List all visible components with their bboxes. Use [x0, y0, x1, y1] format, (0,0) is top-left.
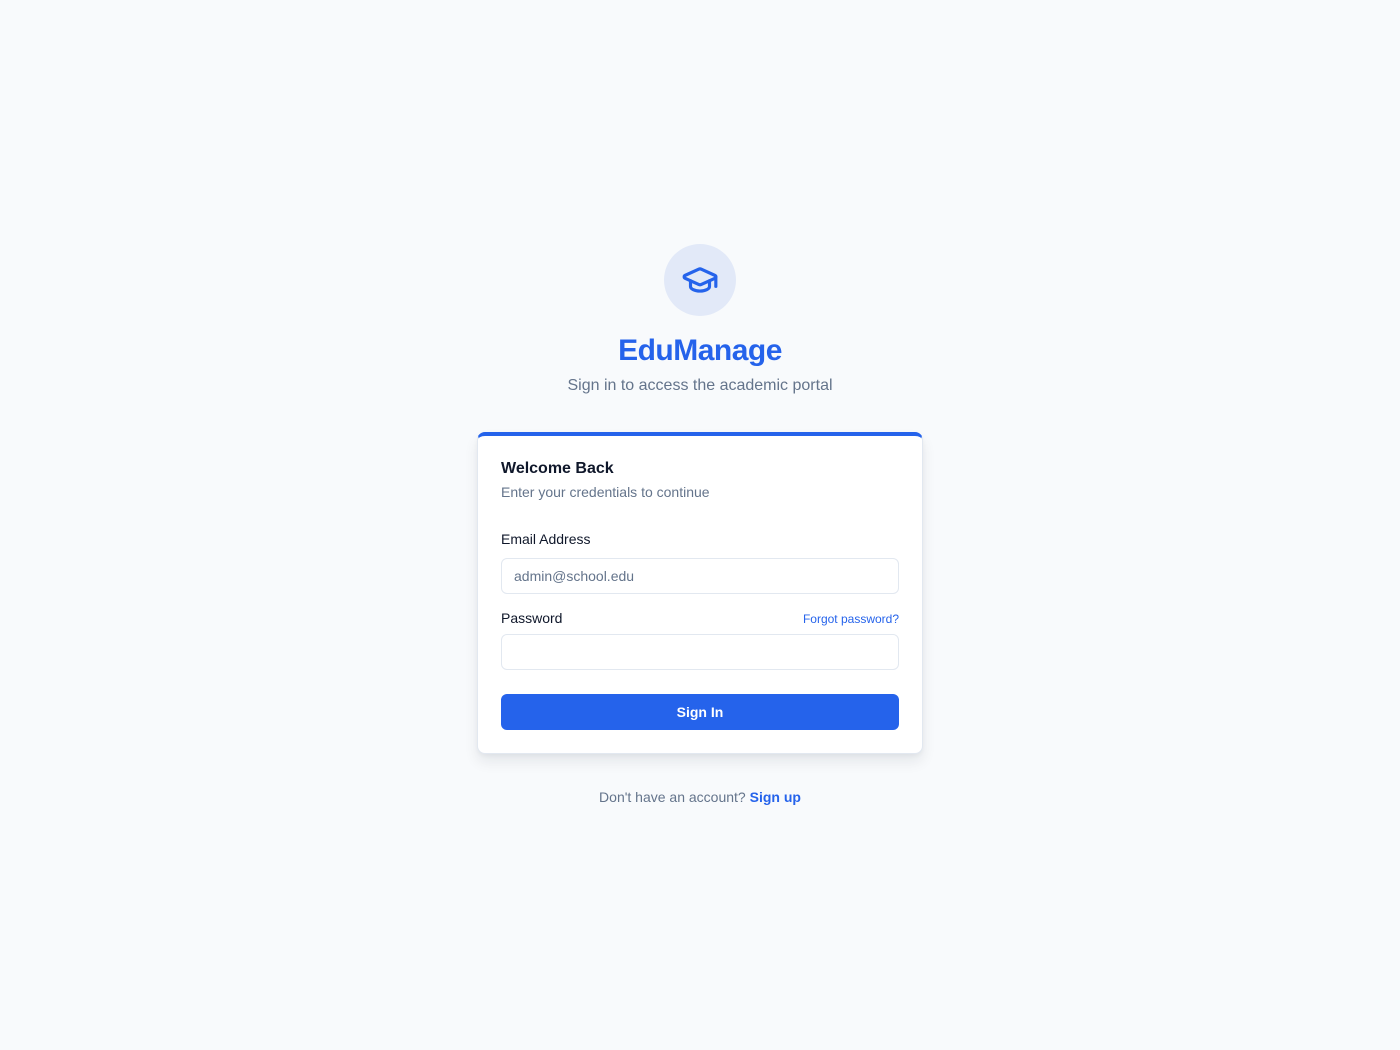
login-card: Welcome Back Enter your credentials to c… [477, 432, 923, 754]
password-field[interactable] [501, 634, 899, 670]
email-field[interactable] [501, 558, 899, 594]
password-label: Password [501, 610, 563, 626]
brand-header: EduManage Sign in to access the academic… [0, 244, 1400, 397]
graduation-cap-icon [682, 267, 718, 293]
email-label: Email Address [501, 531, 591, 547]
card-subheading: Enter your credentials to continue [501, 484, 710, 500]
signup-prompt-text: Don't have an account? [599, 789, 746, 805]
card-heading: Welcome Back [501, 460, 614, 477]
sign-in-button[interactable]: Sign In [501, 694, 899, 730]
signup-prompt: Don't have an account? Sign up [0, 787, 1400, 807]
app-title: EduManage [618, 334, 782, 367]
login-page: EduManage Sign in to access the academic… [0, 0, 1400, 1050]
forgot-password-link[interactable]: Forgot password? [803, 611, 899, 627]
app-subtitle: Sign in to access the academic portal [567, 377, 833, 394]
sign-up-link[interactable]: Sign up [750, 789, 801, 805]
logo-badge [664, 244, 736, 316]
